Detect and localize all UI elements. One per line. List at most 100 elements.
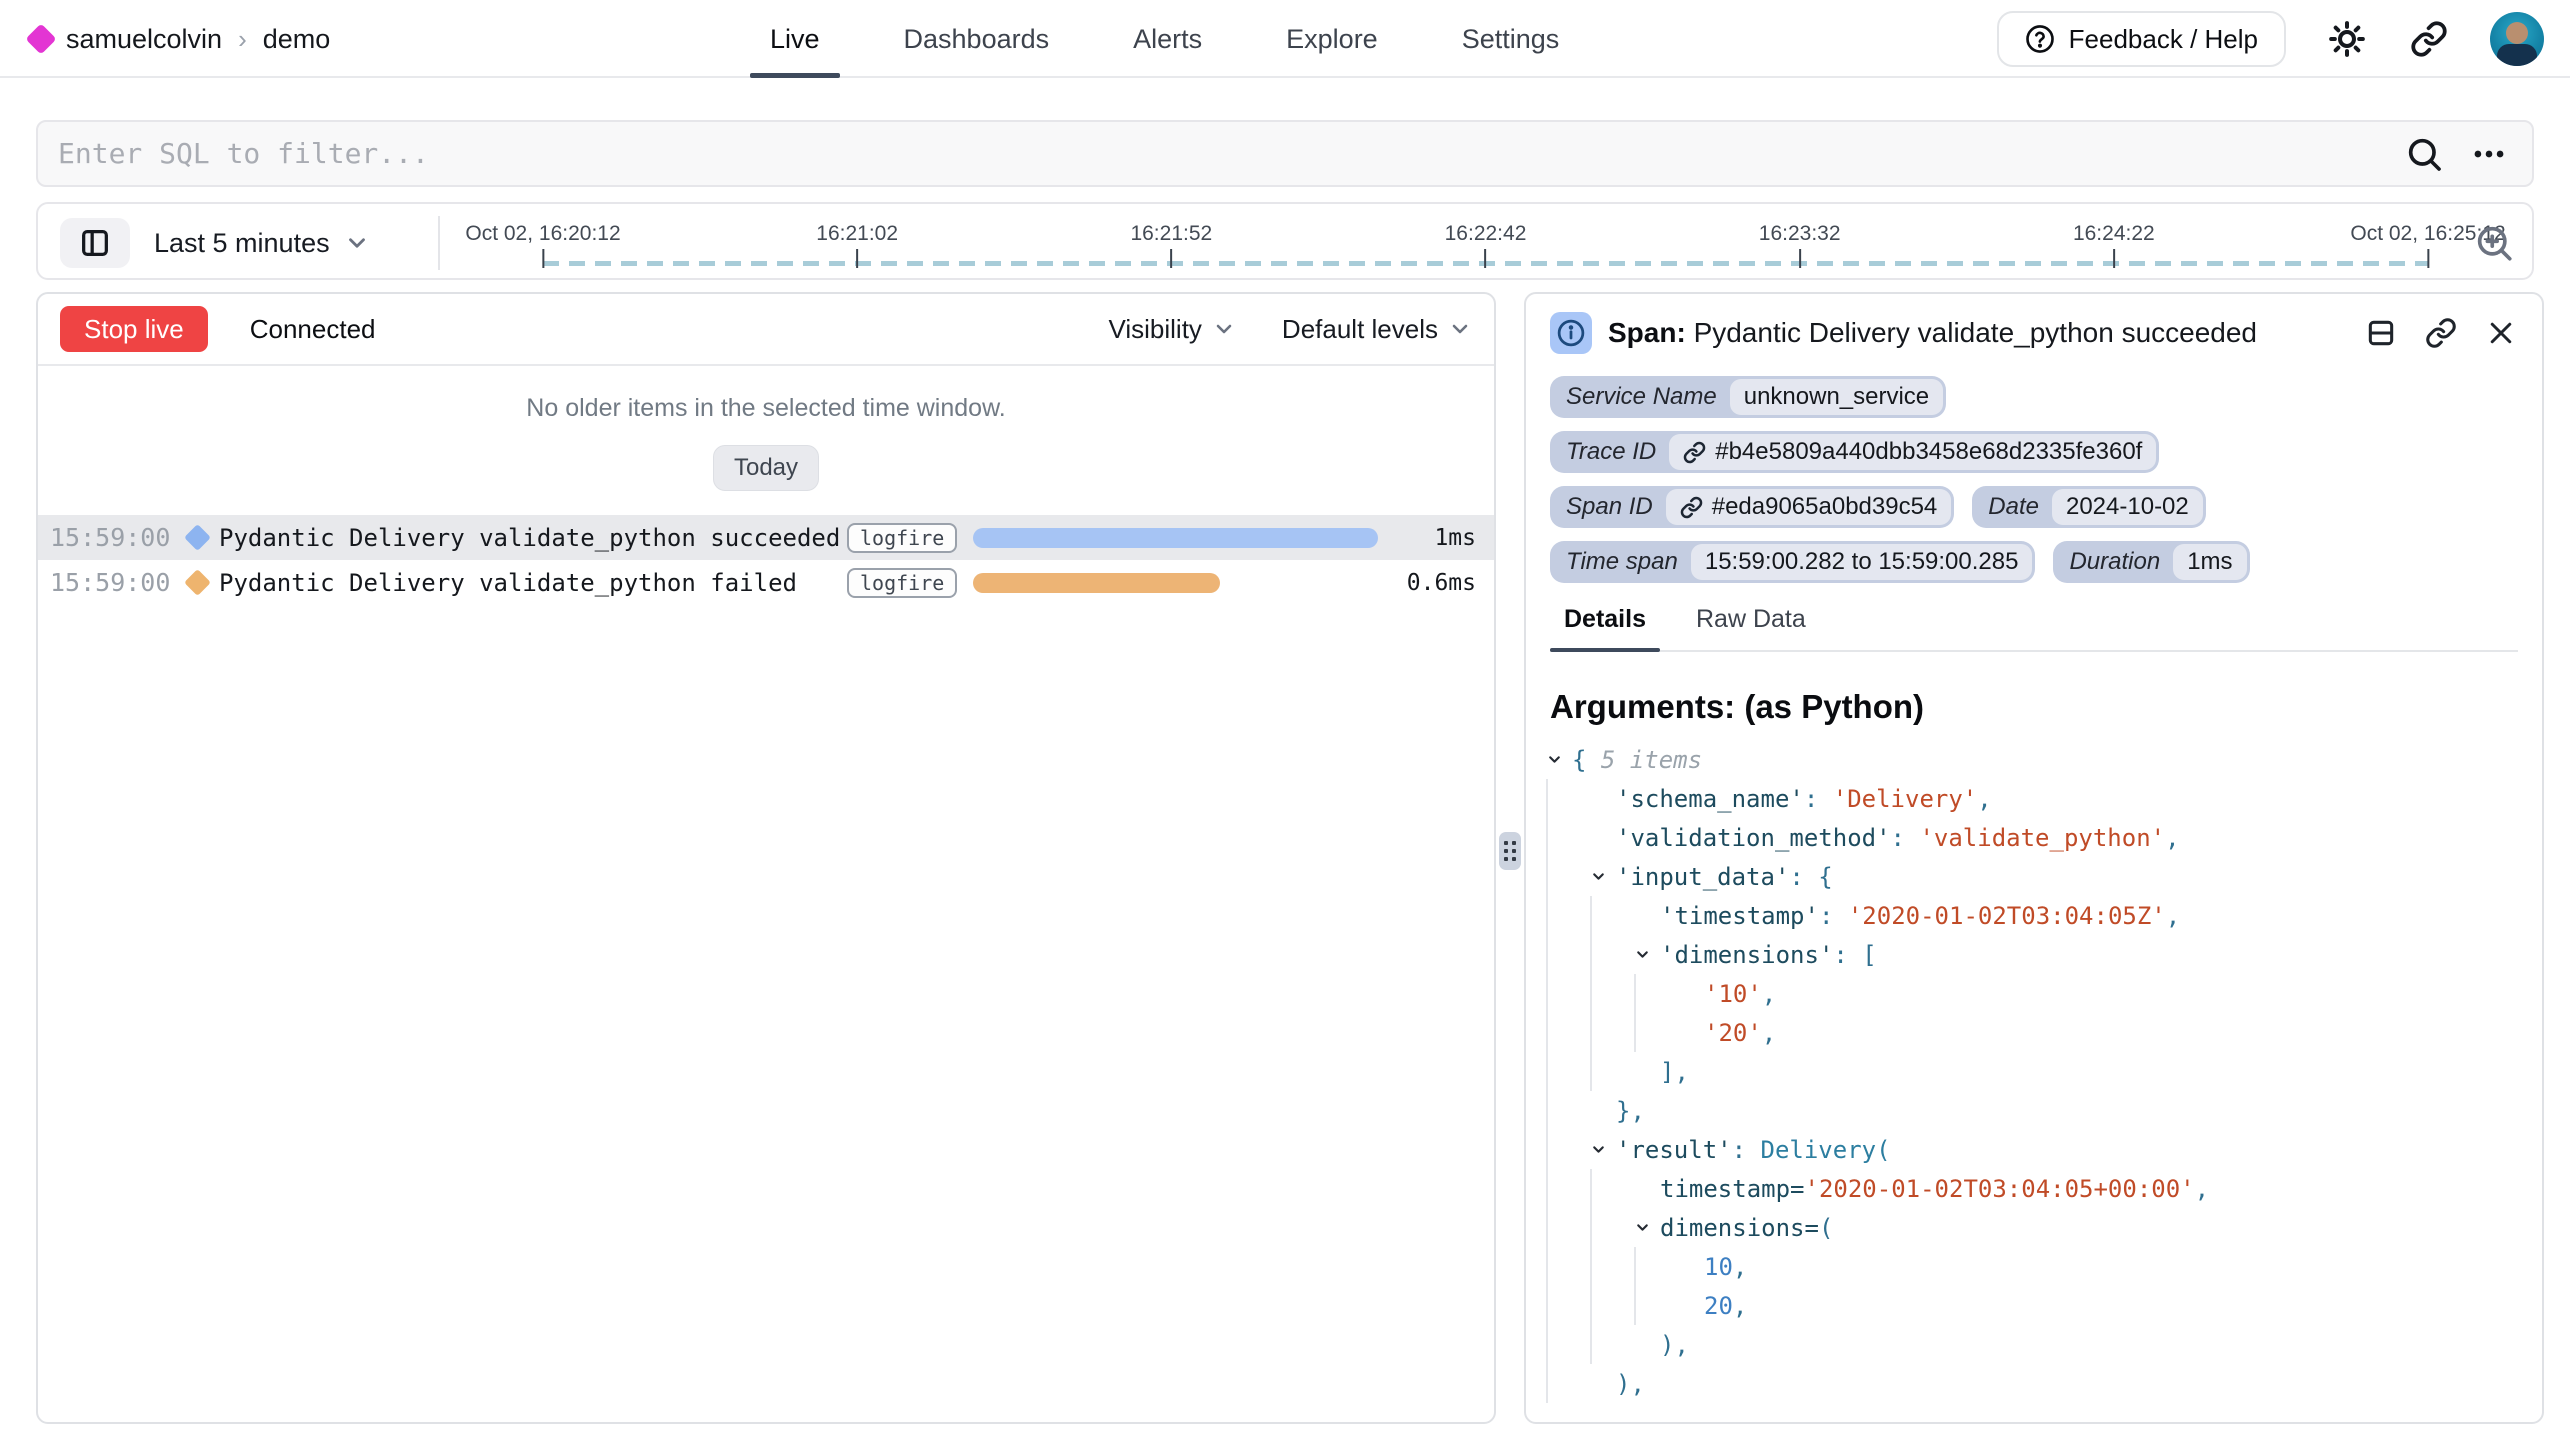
- sidebar-toggle-button[interactable]: [60, 218, 130, 268]
- panel-resize-handle[interactable]: [1499, 832, 1521, 870]
- collapse-chevron-icon[interactable]: [1546, 740, 1572, 779]
- log-row[interactable]: 15:59:00Pydantic Delivery validate_pytho…: [38, 560, 1494, 605]
- feedback-help-label: Feedback / Help: [2069, 24, 2258, 55]
- code-token: '10': [1704, 980, 1762, 1008]
- nav-tab-dashboards[interactable]: Dashboards: [862, 0, 1092, 78]
- tree-line: timestamp='2020-01-02T03:04:05+00:00',: [1546, 1169, 2542, 1208]
- log-row[interactable]: 15:59:00Pydantic Delivery validate_pytho…: [38, 515, 1494, 560]
- table-icon[interactable]: [2364, 316, 2398, 350]
- span-attribute-badge: Time span15:59:00.282 to 15:59:00.285: [1550, 541, 2035, 583]
- indent-guide: [1546, 1169, 1590, 1208]
- span-detail-tabs: Details Raw Data: [1550, 605, 2518, 652]
- indent-guide: [1546, 1052, 1590, 1091]
- row-duration: 0.6ms: [1390, 570, 1476, 596]
- search-icon[interactable]: [2404, 134, 2444, 174]
- feedback-help-button[interactable]: Feedback / Help: [1997, 11, 2286, 67]
- link-icon[interactable]: [1683, 441, 1706, 464]
- badge-value-text: #eda9065a0bd39c54: [1712, 493, 1938, 521]
- tab-details[interactable]: Details: [1550, 605, 1660, 650]
- logfire-logo-icon: [25, 23, 56, 54]
- code-token: 'dimensions': [1660, 941, 1833, 969]
- code-token: '2020-01-02T03:04:05Z': [1848, 902, 2166, 930]
- sql-bar-actions: [2404, 134, 2532, 174]
- share-link-icon[interactable]: [2408, 18, 2450, 60]
- time-range-select[interactable]: Last 5 minutes: [154, 204, 370, 282]
- collapse-chevron-icon[interactable]: [1590, 1130, 1616, 1169]
- code-token: dimensions=: [1660, 1214, 1819, 1242]
- code-token: ,: [1977, 785, 1991, 813]
- badge-value-text: #b4e5809a440dbb3458e68d2335fe360f: [1715, 438, 2142, 466]
- copy-link-icon[interactable]: [2424, 316, 2458, 350]
- chevron-down-icon: [1634, 1219, 1651, 1236]
- indent-guide: [1546, 779, 1590, 818]
- chevron-spacer: [1678, 1013, 1704, 1052]
- badge-row: Span ID#eda9065a0bd39c54Date2024-10-02: [1550, 486, 2518, 528]
- chevron-spacer: [1634, 896, 1660, 935]
- breadcrumb: samuelcolvin › demo: [30, 0, 330, 78]
- stop-live-button[interactable]: Stop live: [60, 306, 208, 352]
- default-levels-dropdown[interactable]: Default levels: [1282, 314, 1472, 345]
- badge-value: #b4e5809a440dbb3458e68d2335fe360f: [1669, 434, 2156, 470]
- tick-mark: [1170, 249, 1172, 268]
- nav-tab-settings[interactable]: Settings: [1420, 0, 1602, 78]
- badge-label: Date: [1975, 489, 2052, 525]
- tick-label: 16:24:22: [2073, 222, 2155, 246]
- indent-guide: [1590, 1325, 1634, 1364]
- tree-line: 'dimensions': [: [1546, 935, 2542, 974]
- row-title: Pydantic Delivery validate_python succee…: [219, 524, 847, 552]
- project-name[interactable]: demo: [263, 24, 331, 55]
- sql-filter-input[interactable]: [38, 122, 2404, 185]
- badge-value: 2024-10-02: [2052, 489, 2203, 525]
- span-detail-header: Span: Pydantic Delivery validate_python …: [1526, 294, 2542, 368]
- live-feed-panel: Stop live Connected Visibility Default l…: [36, 292, 1496, 1424]
- code-token: ),: [1616, 1370, 1645, 1398]
- code-token: timestamp=: [1660, 1175, 1805, 1203]
- breadcrumb-chevron-icon: ›: [238, 24, 247, 55]
- indent-guide: [1546, 1208, 1590, 1247]
- timeline-tick: 16:21:52: [1130, 222, 1212, 268]
- close-icon[interactable]: [2484, 316, 2518, 350]
- collapse-chevron-icon[interactable]: [1590, 857, 1616, 896]
- tree-line: 'timestamp': '2020-01-02T03:04:05Z',: [1546, 896, 2542, 935]
- org-name[interactable]: samuelcolvin: [66, 24, 222, 55]
- nav-tab-alerts[interactable]: Alerts: [1091, 0, 1244, 78]
- indent-guide: [1590, 974, 1634, 1013]
- tick-mark: [1799, 249, 1801, 268]
- indent-guide: [1634, 1286, 1678, 1325]
- span-attribute-badges: Service Nameunknown_serviceTrace ID#b4e5…: [1526, 368, 2542, 583]
- sql-filter-bar: [36, 120, 2534, 187]
- badge-value: 1ms: [2173, 544, 2246, 580]
- zoom-in-icon[interactable]: [2472, 221, 2516, 265]
- row-timestamp: 15:59:00: [50, 568, 182, 597]
- tick-label: 16:21:52: [1130, 222, 1212, 246]
- collapse-chevron-icon[interactable]: [1634, 1208, 1660, 1247]
- nav-tab-live[interactable]: Live: [728, 0, 862, 78]
- timeline[interactable]: Oct 02, 16:20:1216:21:0216:21:5216:22:42…: [543, 204, 2428, 282]
- theme-toggle-sun-icon[interactable]: [2326, 18, 2368, 60]
- tick-mark: [856, 249, 858, 268]
- tree-line: 'result': Delivery(: [1546, 1130, 2542, 1169]
- link-icon[interactable]: [1680, 496, 1703, 519]
- indent-guide: [1546, 935, 1590, 974]
- collapse-chevron-icon[interactable]: [1634, 935, 1660, 974]
- row-duration: 1ms: [1390, 525, 1476, 551]
- nav-tab-explore[interactable]: Explore: [1244, 0, 1420, 78]
- code-token: 'result': [1616, 1136, 1732, 1164]
- indent-guide: [1590, 1286, 1634, 1325]
- tab-raw-data[interactable]: Raw Data: [1682, 605, 1820, 650]
- code-token: ,: [1762, 980, 1776, 1008]
- chevron-spacer: [1590, 1364, 1616, 1403]
- user-avatar[interactable]: [2490, 12, 2544, 66]
- tree-line: ),: [1546, 1325, 2542, 1364]
- more-options-icon[interactable]: [2470, 135, 2508, 173]
- indent-guide: [1590, 935, 1634, 974]
- code-token: },: [1616, 1097, 1645, 1125]
- tick-mark: [542, 249, 544, 268]
- code-token: :: [1732, 1136, 1761, 1164]
- chevron-down-icon: [1590, 868, 1607, 885]
- visibility-dropdown[interactable]: Visibility: [1108, 314, 1235, 345]
- tree-line: { 5 items: [1546, 740, 2542, 779]
- tree-line: 20,: [1546, 1286, 2542, 1325]
- main-nav: LiveDashboardsAlertsExploreSettings: [728, 0, 1601, 78]
- indent-guide: [1546, 1013, 1590, 1052]
